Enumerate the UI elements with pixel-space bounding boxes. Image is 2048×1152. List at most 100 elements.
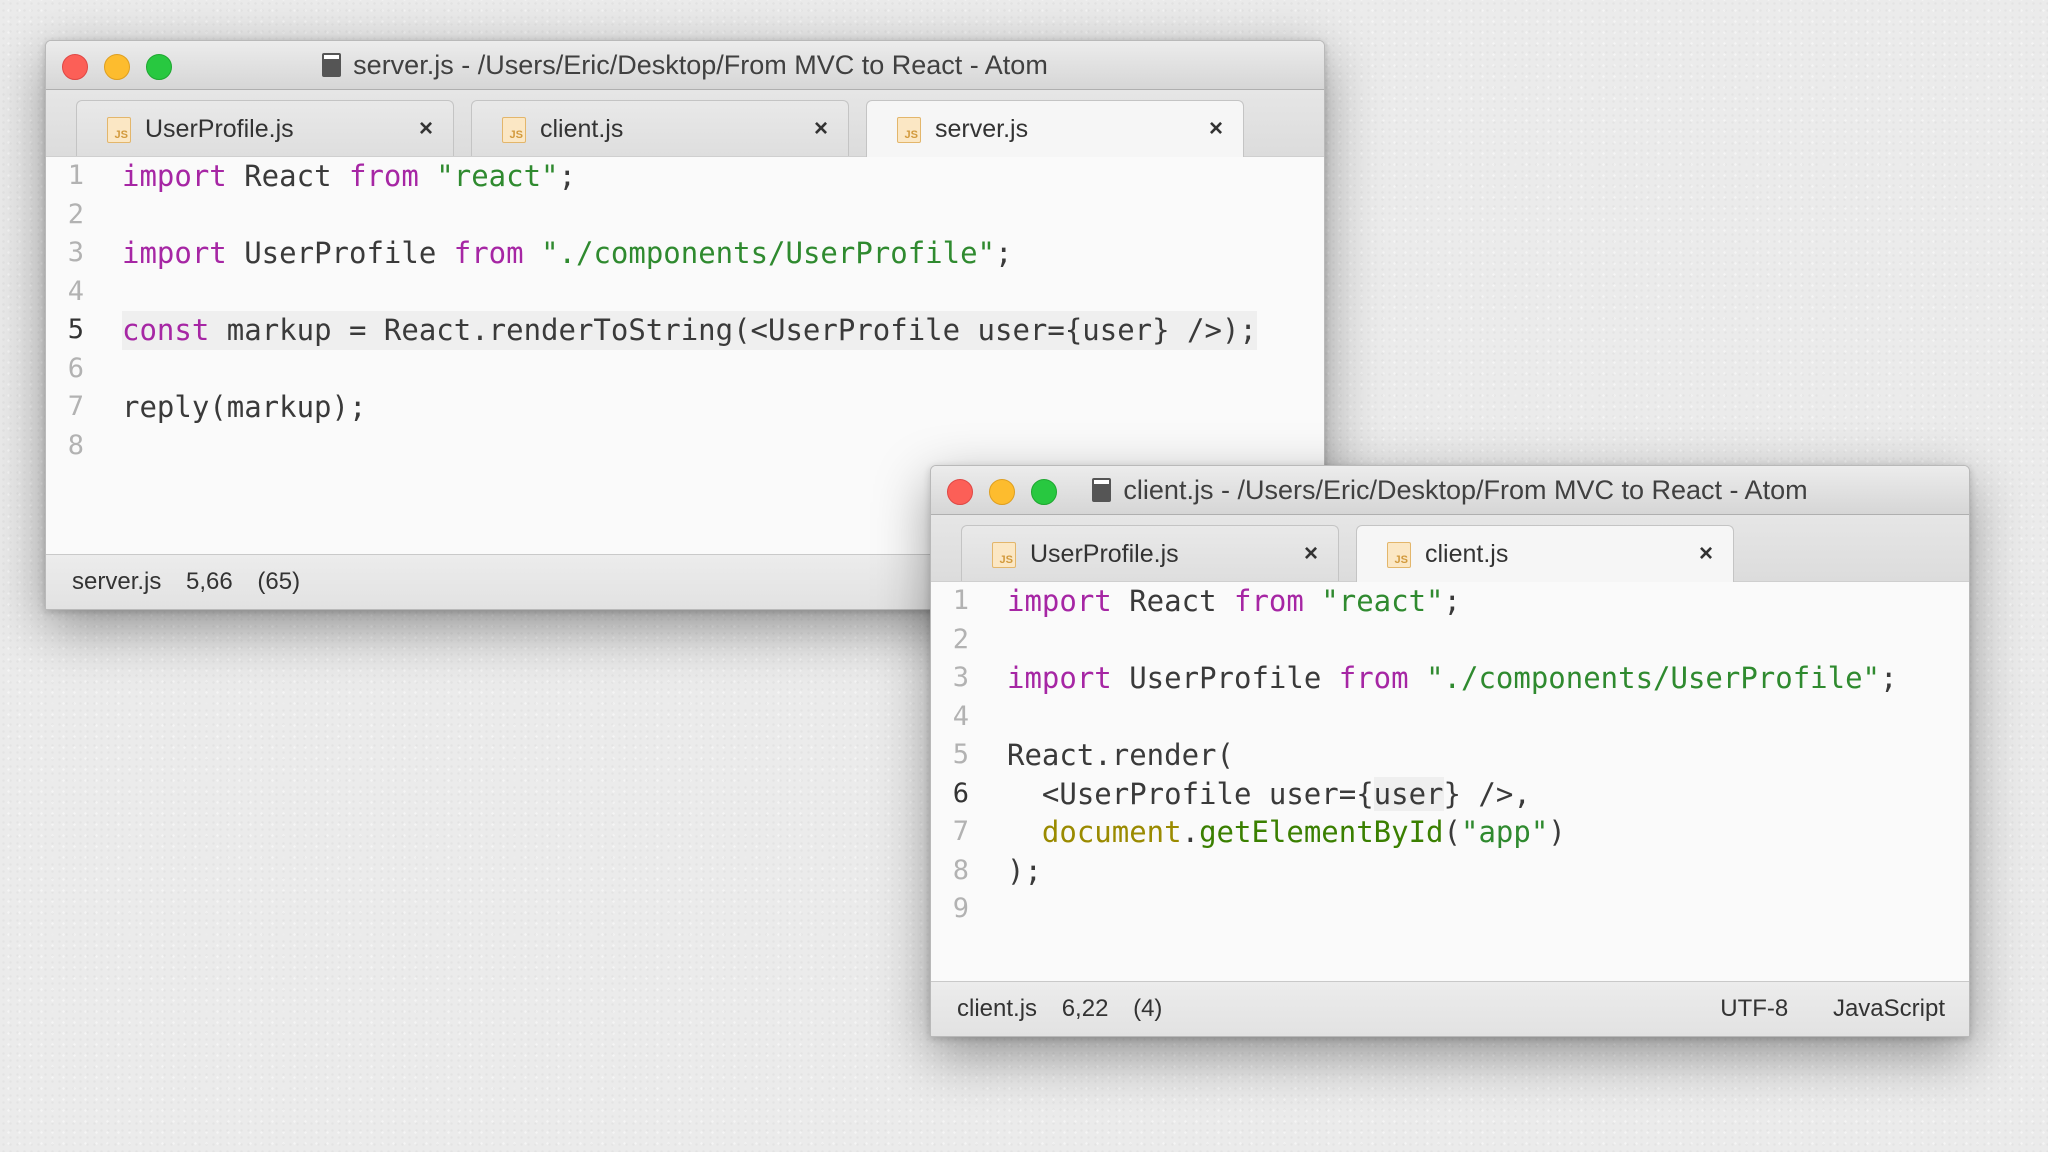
code-text: markup = React.renderToString(<UserProfi… xyxy=(209,313,1257,347)
line-number: 4 xyxy=(952,700,969,732)
code-line[interactable]: 7 document.getElementById("app") xyxy=(931,813,1969,852)
client-js-window[interactable]: client.js - /Users/Eric/Desktop/From MVC… xyxy=(930,465,1970,1037)
line-number: 7 xyxy=(67,391,84,422)
line-number: 6 xyxy=(67,352,84,384)
code-line[interactable]: 7 reply(markup); xyxy=(46,388,1324,427)
string-literal: "app" xyxy=(1460,815,1549,849)
status-file-name[interactable]: client.js xyxy=(957,995,1037,1022)
identifier: React xyxy=(1111,584,1234,618)
code-line[interactable]: 3 import UserProfile from "./components/U… xyxy=(931,659,1969,698)
selected-text: const markup = React.renderToString(<Use… xyxy=(122,311,1257,350)
line-number: 2 xyxy=(952,623,969,655)
line-number: 5 xyxy=(67,314,84,345)
punctuation: ; xyxy=(1443,584,1461,618)
code-line[interactable]: 3 import UserProfile from "./components/U… xyxy=(46,234,1324,273)
status-grammar[interactable]: JavaScript xyxy=(1833,995,1945,1022)
punctuation: ( xyxy=(1443,815,1461,849)
js-file-icon: JS xyxy=(502,117,526,143)
keyword: import xyxy=(1007,661,1112,695)
identifier: React xyxy=(226,159,349,193)
code-line[interactable]: 8 xyxy=(46,427,1324,466)
title-bar[interactable]: client.js - /Users/Eric/Desktop/From MVC… xyxy=(931,466,1969,515)
selected-text: user xyxy=(1373,776,1444,811)
status-encoding[interactable]: UTF-8 xyxy=(1720,995,1788,1022)
code-line[interactable]: 6 xyxy=(46,350,1324,389)
tab-client-js[interactable]: JS client.js × xyxy=(1356,525,1734,582)
code-line-current[interactable]: 5 const markup = React.renderToString(<Us… xyxy=(46,311,1324,350)
code-line[interactable]: 8); xyxy=(931,852,1969,891)
code-line[interactable]: 5 React.render( xyxy=(931,736,1969,775)
tab-userprofile-js[interactable]: JS UserProfile.js × xyxy=(76,100,454,156)
keyword: const xyxy=(122,313,210,347)
code-line[interactable]: 2 xyxy=(46,196,1324,235)
code-line[interactable]: 1 import React from "react"; xyxy=(46,157,1324,196)
code-line[interactable]: 2 xyxy=(931,621,1969,660)
code-line[interactable]: 9 xyxy=(931,890,1969,929)
status-cursor-position[interactable]: 5,66 xyxy=(186,568,233,595)
window-title: server.js - /Users/Eric/Desktop/From MVC… xyxy=(46,41,1324,89)
code-line[interactable]: 4 xyxy=(46,273,1324,312)
string-literal: "./components/UserProfile" xyxy=(1426,661,1881,695)
string-literal: "./components/UserProfile" xyxy=(541,236,996,270)
status-file-name[interactable]: server.js xyxy=(72,568,161,595)
tab-label: UserProfile.js xyxy=(145,115,294,143)
punctuation: ) xyxy=(1548,815,1566,849)
string-literal: "react" xyxy=(1321,584,1444,618)
js-file-icon: JS xyxy=(107,117,131,143)
code-text: reply(markup); xyxy=(122,390,367,424)
line-number: 2 xyxy=(67,198,84,230)
js-file-icon: JS xyxy=(897,117,921,143)
keyword: from xyxy=(1338,661,1409,695)
tab-label: UserProfile.js xyxy=(1030,540,1179,568)
tab-server-js[interactable]: JS server.js × xyxy=(866,100,1244,157)
punctuation: ; xyxy=(1880,661,1898,695)
code-line[interactable]: 1 import React from "react"; xyxy=(931,582,1969,621)
close-tab-icon[interactable]: × xyxy=(1304,526,1318,582)
identifier: UserProfile xyxy=(1111,661,1339,695)
identifier: UserProfile xyxy=(226,236,454,270)
punctuation: . xyxy=(1181,815,1200,849)
close-tab-icon[interactable]: × xyxy=(1699,526,1713,582)
keyword: from xyxy=(348,159,419,193)
function-name: getElementById xyxy=(1199,815,1444,849)
window-title-text: server.js - /Users/Eric/Desktop/From MVC… xyxy=(353,50,1048,80)
status-bar: client.js 6,22 (4) UTF-8 JavaScript xyxy=(931,981,1969,1036)
tab-client-js[interactable]: JS client.js × xyxy=(471,100,849,156)
close-tab-icon[interactable]: × xyxy=(419,101,433,157)
close-tab-icon[interactable]: × xyxy=(1209,101,1223,157)
keyword: import xyxy=(122,236,227,270)
status-selection-count: (65) xyxy=(257,568,301,595)
tab-label: client.js xyxy=(540,115,624,143)
code-editor[interactable]: 1 import React from "react"; 2 3 import Us… xyxy=(931,582,1969,929)
punctuation: ; xyxy=(558,159,576,193)
line-number: 1 xyxy=(67,160,84,191)
code-editor[interactable]: 1 import React from "react"; 2 3 import Us… xyxy=(46,157,1324,465)
close-tab-icon[interactable]: × xyxy=(814,101,828,157)
tab-label: server.js xyxy=(935,115,1029,143)
tab-userprofile-js[interactable]: JS UserProfile.js × xyxy=(961,525,1339,581)
status-selection-count: (4) xyxy=(1133,995,1163,1022)
keyword: import xyxy=(1007,584,1112,618)
line-number: 4 xyxy=(67,275,84,307)
line-number: 3 xyxy=(67,237,84,268)
tab-label: client.js xyxy=(1425,540,1509,568)
code-text: ); xyxy=(1007,853,1042,888)
code-text: React.render( xyxy=(1007,738,1234,772)
status-cursor-position[interactable]: 6,22 xyxy=(1062,995,1109,1022)
window-title-text: client.js - /Users/Eric/Desktop/From MVC… xyxy=(1123,475,1808,505)
keyword: from xyxy=(453,236,524,270)
string-literal: "react" xyxy=(436,159,559,193)
line-number: 1 xyxy=(952,585,969,616)
code-line[interactable]: 4 xyxy=(931,698,1969,737)
line-number: 9 xyxy=(952,893,969,924)
jsx-tag: } />, xyxy=(1443,776,1531,811)
document-icon xyxy=(1092,478,1112,502)
line-number: 6 xyxy=(952,777,969,809)
window-title: client.js - /Users/Eric/Desktop/From MVC… xyxy=(931,466,1969,514)
code-line-current[interactable]: 6 <UserProfile user={user} />, xyxy=(931,775,1969,814)
title-bar[interactable]: server.js - /Users/Eric/Desktop/From MVC… xyxy=(46,41,1324,90)
